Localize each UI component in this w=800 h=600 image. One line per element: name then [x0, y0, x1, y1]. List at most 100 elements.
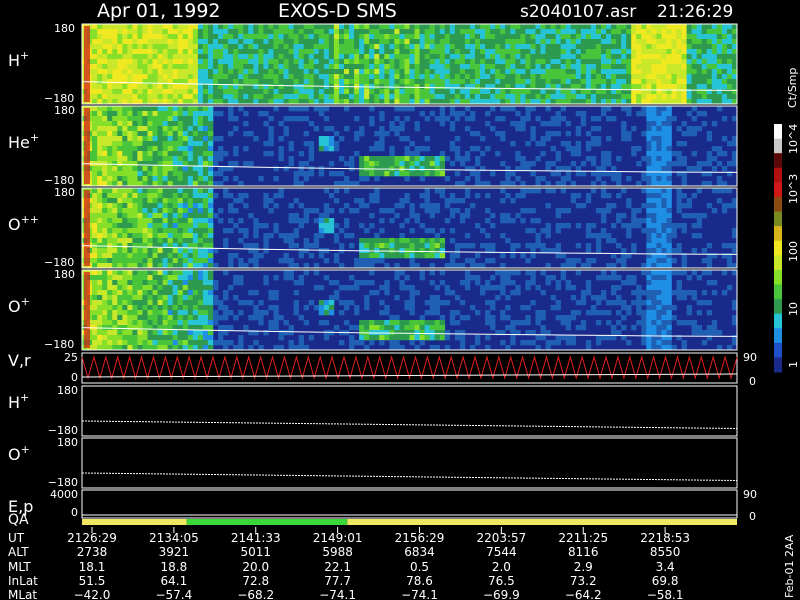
heat-cell [182, 280, 189, 286]
heat-cell [621, 39, 627, 45]
heat-cell [686, 64, 692, 70]
heat-cell [525, 141, 531, 147]
heat-cell [182, 238, 189, 244]
heat-cell [384, 253, 390, 259]
heat-cell [177, 233, 184, 239]
heat-cell [192, 223, 199, 229]
heat-cell [651, 24, 657, 30]
heat-cell [233, 146, 239, 152]
heat-cell [218, 156, 224, 162]
heat-cell [102, 141, 108, 147]
heat-cell [585, 131, 592, 137]
heat-cell [162, 176, 168, 182]
heat-cell [374, 29, 380, 35]
heat-cell [142, 208, 148, 214]
heat-cell [147, 156, 153, 162]
heat-cell [676, 44, 682, 50]
heat-cell [218, 69, 224, 75]
heat-cell [374, 39, 380, 45]
heat-cell [354, 79, 360, 85]
heat-cell [323, 29, 330, 35]
heat-cell [127, 285, 133, 291]
heat-cell [580, 39, 587, 45]
heat-cell [147, 208, 153, 214]
heat-cell [449, 64, 456, 70]
heat-cell [142, 330, 148, 336]
heat-cell [520, 29, 526, 35]
heat-cell [228, 111, 234, 117]
heat-cell [374, 325, 380, 331]
heat-cell [107, 24, 113, 30]
heat-cell [686, 131, 692, 137]
heat-cell [177, 213, 184, 219]
heat-cell [223, 340, 229, 346]
heat-cell [621, 188, 627, 194]
heat-cell [308, 84, 315, 90]
heat-cell [439, 243, 446, 249]
heat-cell [661, 203, 667, 209]
heat-cell [298, 275, 304, 281]
heat-cell [107, 34, 113, 40]
heat-cell [530, 126, 536, 132]
heat-cell [293, 213, 299, 219]
heat-cell [636, 111, 642, 117]
heat-cell [102, 228, 108, 234]
heat-cell [177, 203, 184, 209]
heat-cell [414, 248, 420, 254]
heat-cell [454, 54, 461, 60]
heat-cell [92, 340, 98, 346]
heat-cell [600, 94, 607, 100]
heat-cell [268, 305, 274, 311]
heat-cell [359, 335, 365, 341]
heat-cell [92, 193, 98, 199]
heat-cell [177, 310, 184, 316]
heat-cell [132, 290, 138, 296]
heat-cell [268, 198, 274, 204]
heat-cell [213, 74, 219, 80]
heat-cell [243, 39, 249, 45]
heat-cell [202, 208, 209, 214]
heat-cell [238, 198, 244, 204]
heat-cell [666, 146, 672, 152]
heat-cell [379, 64, 385, 70]
heat-cell [177, 300, 184, 306]
heat-cell [731, 69, 738, 75]
heat-cell [137, 69, 143, 75]
heat-cell [142, 335, 148, 341]
heat-cell [132, 136, 138, 142]
heat-cell [485, 315, 491, 321]
heat-cell [122, 44, 128, 50]
heat-cell [273, 49, 279, 55]
heat-cell [454, 111, 461, 117]
heat-cell [475, 156, 481, 162]
heat-cell [636, 64, 642, 70]
heat-cell [711, 146, 718, 152]
heat-cell [570, 29, 577, 35]
heat-cell [182, 208, 189, 214]
heat-cell [535, 39, 541, 45]
heat-cell [207, 243, 214, 249]
heat-cell [560, 89, 566, 95]
heat-cell [162, 330, 168, 336]
heat-cell [424, 156, 430, 162]
heat-cell [641, 106, 647, 112]
heat-cell [142, 238, 148, 244]
heat-cell [127, 116, 133, 122]
heat-cell [500, 59, 506, 65]
heat-cell [202, 151, 209, 157]
heat-cell [721, 136, 728, 142]
heat-cell [202, 39, 209, 45]
heat-cell [182, 146, 189, 152]
heat-cell [364, 64, 370, 70]
heat-cell [485, 94, 491, 100]
heat-cell [122, 49, 128, 55]
heat-cell [117, 39, 123, 45]
heat-cell [701, 59, 708, 65]
heat-cell [122, 238, 128, 244]
heat-cell [429, 64, 435, 70]
heat-cell [137, 223, 143, 229]
heat-cell [142, 213, 148, 219]
heat-cell [162, 188, 168, 194]
heat-cell [333, 24, 340, 30]
heat-cell [107, 300, 113, 306]
